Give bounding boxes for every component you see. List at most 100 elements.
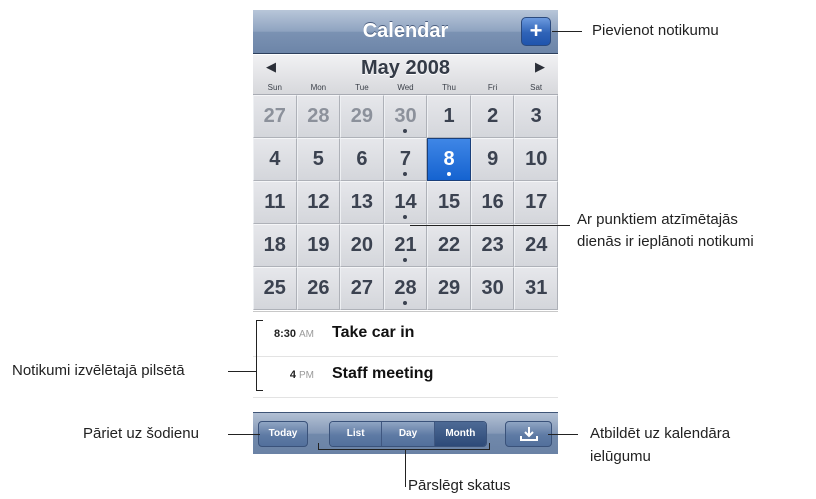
day-cell[interactable]: 16 bbox=[470, 181, 515, 224]
day-number: 7 bbox=[399, 148, 412, 170]
day-number: 31 bbox=[525, 277, 548, 299]
day-cell[interactable]: 30 bbox=[470, 267, 515, 310]
day-cell[interactable]: 31 bbox=[514, 267, 558, 310]
calendar-screen: Calendar + ◀ May 2008 ▶ Sun Mon Tue Wed … bbox=[253, 10, 558, 454]
month-grid: 27 28 29 30 1 2 3 4 5 6 7 8 9 10 11 12 13 14 15 16 17 18 19 20 2… bbox=[253, 95, 558, 310]
callout-line-dots bbox=[410, 225, 570, 226]
day-cell[interactable]: 17 bbox=[514, 181, 558, 224]
event-title: Take car in bbox=[332, 324, 415, 341]
day-cell[interactable]: 2 bbox=[470, 95, 515, 138]
day-cell[interactable]: 27 bbox=[340, 267, 384, 310]
callout-events-city: Notikumi izvēlētajā pilsētā bbox=[12, 362, 185, 379]
view-month-button[interactable]: Month bbox=[434, 422, 486, 446]
event-dot-icon bbox=[447, 172, 452, 176]
next-month-icon[interactable]: ▶ bbox=[535, 59, 545, 75]
day-cell[interactable]: 1 bbox=[427, 95, 471, 138]
event-dot-icon bbox=[403, 129, 408, 133]
day-number: 5 bbox=[312, 148, 324, 170]
event-dot-icon bbox=[403, 172, 408, 176]
event-row[interactable]: 4 PM Staff meeting bbox=[253, 357, 558, 398]
day-cell[interactable]: 25 bbox=[253, 267, 297, 310]
callout-bracket-views-right bbox=[489, 443, 490, 450]
day-cell-selected[interactable]: 8 bbox=[427, 138, 471, 181]
day-number: 14 bbox=[394, 191, 417, 213]
event-time: 4 bbox=[289, 369, 296, 381]
day-number: 30 bbox=[394, 105, 417, 127]
weekday-label: Sun bbox=[267, 83, 282, 92]
day-number: 8 bbox=[443, 148, 455, 170]
day-number: 13 bbox=[350, 191, 374, 213]
day-cell[interactable]: 20 bbox=[340, 224, 384, 267]
day-cell[interactable]: 19 bbox=[296, 224, 341, 267]
day-number: 1 bbox=[443, 105, 455, 127]
day-cell[interactable]: 5 bbox=[296, 138, 341, 181]
day-cell[interactable]: 27 bbox=[253, 95, 297, 138]
day-number: 19 bbox=[307, 234, 330, 256]
weekday-label: Fri bbox=[487, 83, 498, 92]
invitations-button[interactable] bbox=[505, 421, 552, 447]
callout-bracket-events bbox=[256, 320, 257, 391]
day-cell[interactable]: 3 bbox=[514, 95, 558, 138]
day-cell[interactable]: 11 bbox=[253, 181, 297, 224]
month-title: May 2008 bbox=[361, 57, 450, 79]
weekday-label: Tue bbox=[355, 83, 369, 92]
day-cell[interactable]: 26 bbox=[296, 267, 341, 310]
day-cell[interactable]: 7 bbox=[383, 138, 428, 181]
bottom-toolbar: Today List Day Month bbox=[253, 412, 558, 454]
day-number: 25 bbox=[263, 277, 286, 299]
callout-line-invite bbox=[548, 434, 578, 435]
day-number: 30 bbox=[481, 277, 504, 299]
day-cell[interactable]: 24 bbox=[514, 224, 558, 267]
add-event-button[interactable]: + bbox=[521, 17, 551, 46]
day-number: 6 bbox=[356, 148, 368, 170]
day-number: 29 bbox=[437, 277, 461, 299]
event-title: Staff meeting bbox=[332, 365, 434, 382]
day-number: 28 bbox=[394, 277, 417, 299]
weekday-label: Thu bbox=[442, 83, 456, 92]
view-switcher: List Day Month bbox=[329, 421, 487, 447]
day-number: 24 bbox=[525, 234, 548, 256]
callout-switch-views: Pārslēgt skatus bbox=[408, 477, 511, 494]
day-cell[interactable]: 28 bbox=[383, 267, 428, 310]
callout-line-today bbox=[228, 434, 260, 435]
day-number: 3 bbox=[530, 105, 542, 127]
callout-bracket-bottom bbox=[256, 390, 263, 391]
day-cell[interactable]: 9 bbox=[470, 138, 515, 181]
callout-add-event: Pievienot notikumu bbox=[592, 22, 719, 39]
day-number: 20 bbox=[350, 234, 374, 256]
day-cell[interactable]: 13 bbox=[340, 181, 384, 224]
view-day-button[interactable]: Day bbox=[382, 422, 435, 446]
day-cell[interactable]: 30 bbox=[383, 95, 428, 138]
day-cell[interactable]: 4 bbox=[253, 138, 297, 181]
event-ampm: AM bbox=[299, 329, 314, 340]
day-cell[interactable]: 21 bbox=[383, 224, 428, 267]
day-cell[interactable]: 6 bbox=[340, 138, 384, 181]
day-cell[interactable]: 29 bbox=[340, 95, 384, 138]
day-cell[interactable]: 23 bbox=[470, 224, 515, 267]
day-number: 23 bbox=[481, 234, 504, 256]
day-cell[interactable]: 28 bbox=[296, 95, 341, 138]
callout-go-today: Pāriet uz šodienu bbox=[83, 425, 199, 442]
day-cell[interactable]: 15 bbox=[427, 181, 471, 224]
day-number: 29 bbox=[350, 105, 374, 127]
today-button[interactable]: Today bbox=[258, 421, 308, 447]
day-cell[interactable]: 10 bbox=[514, 138, 558, 181]
day-cell[interactable]: 18 bbox=[253, 224, 297, 267]
day-number: 18 bbox=[263, 234, 286, 256]
event-row[interactable]: 8:30 AM Take car in bbox=[253, 316, 558, 357]
day-number: 28 bbox=[307, 105, 330, 127]
day-cell[interactable]: 12 bbox=[296, 181, 341, 224]
day-cell[interactable]: 22 bbox=[427, 224, 471, 267]
weekday-label: Mon bbox=[310, 83, 327, 92]
callout-bracket-views bbox=[318, 449, 490, 450]
weekday-label: Wed bbox=[397, 83, 414, 92]
day-number: 21 bbox=[394, 234, 417, 256]
day-cell[interactable]: 14 bbox=[383, 181, 428, 224]
view-list-button[interactable]: List bbox=[330, 422, 383, 446]
day-cell[interactable]: 29 bbox=[427, 267, 471, 310]
callout-invite-line2: ielūgumu bbox=[590, 448, 651, 465]
callout-bracket-views-left bbox=[318, 443, 319, 450]
callout-bracket-top bbox=[256, 320, 263, 321]
weekday-row: Sun Mon Tue Wed Thu Fri Sat bbox=[253, 83, 558, 92]
callout-line-add bbox=[552, 31, 582, 32]
